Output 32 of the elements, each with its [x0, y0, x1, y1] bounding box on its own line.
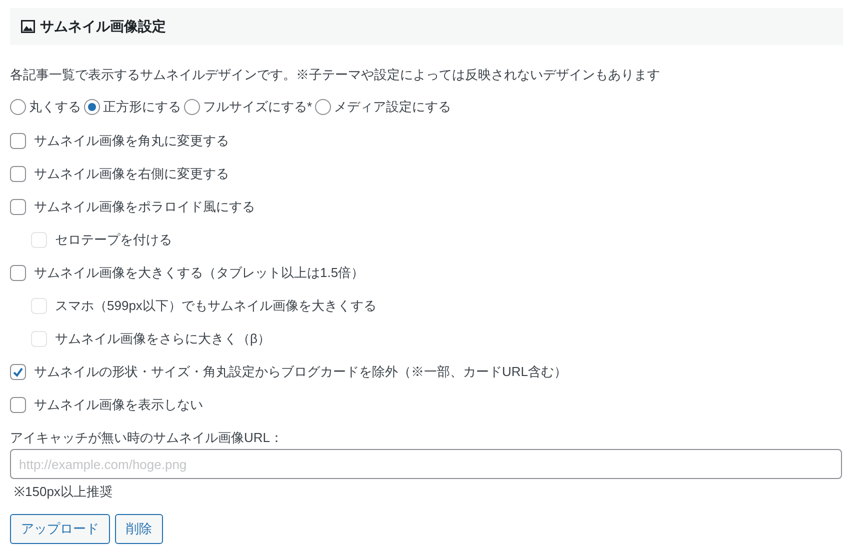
checkbox-label: サムネイル画像を右側に変更する [34, 165, 229, 184]
checkbox-label: サムネイルの形状・サイズ・角丸設定からブログカードを除外（※一部、カードURL含む） [34, 363, 568, 382]
checkbox[interactable] [10, 199, 26, 215]
radio-label: フルサイズにする* [203, 98, 312, 116]
radio-label: メディア設定にする [334, 98, 452, 116]
radio-button[interactable] [184, 98, 200, 114]
checkbox[interactable] [10, 166, 26, 182]
radio-label: 正方形にする [103, 98, 181, 116]
checkbox-label: サムネイル画像をポラロイド風にする [34, 198, 255, 216]
delete-button[interactable]: 削除 [115, 514, 163, 544]
checkbox-label: セロテープを付ける [55, 231, 172, 250]
checkbox[interactable] [10, 397, 26, 413]
checkbox-label: スマホ（599px以下）でもサムネイル画像を大きくする [55, 297, 376, 316]
description: 各記事一覧で表示するサムネイルデザインです。※子テーマや設定によっては反映されないデザインもあります [10, 66, 661, 84]
checkbox-label: サムネイル画像を角丸に変更する [34, 132, 229, 150]
section-title: サムネイル画像設定 [40, 17, 166, 36]
checkbox-label: サムネイル画像を表示しない [34, 396, 203, 414]
checkbox[interactable] [10, 364, 26, 380]
upload-button[interactable]: アップロード [10, 514, 110, 544]
url-input-field[interactable]: http://example.com/hoge.png [10, 449, 842, 479]
image-icon [21, 20, 35, 33]
checkbox[interactable] [10, 133, 26, 149]
checkbox[interactable] [10, 265, 26, 281]
checkmark-icon [12, 366, 24, 378]
radio-button[interactable] [10, 98, 26, 114]
radio-label: 丸くする [29, 98, 81, 116]
radio-button[interactable] [84, 98, 100, 114]
field-note: ※150px以上推奨 [14, 483, 114, 501]
radio-button[interactable] [315, 98, 332, 114]
checkbox-label: サムネイル画像を大きくする（タブレット以上は1.5倍） [34, 264, 364, 282]
field-label: アイキャッチが無い時のサムネイル画像URL： [10, 428, 284, 446]
checkbox-label: サムネイル画像をさらに大きく（β） [55, 330, 270, 348]
